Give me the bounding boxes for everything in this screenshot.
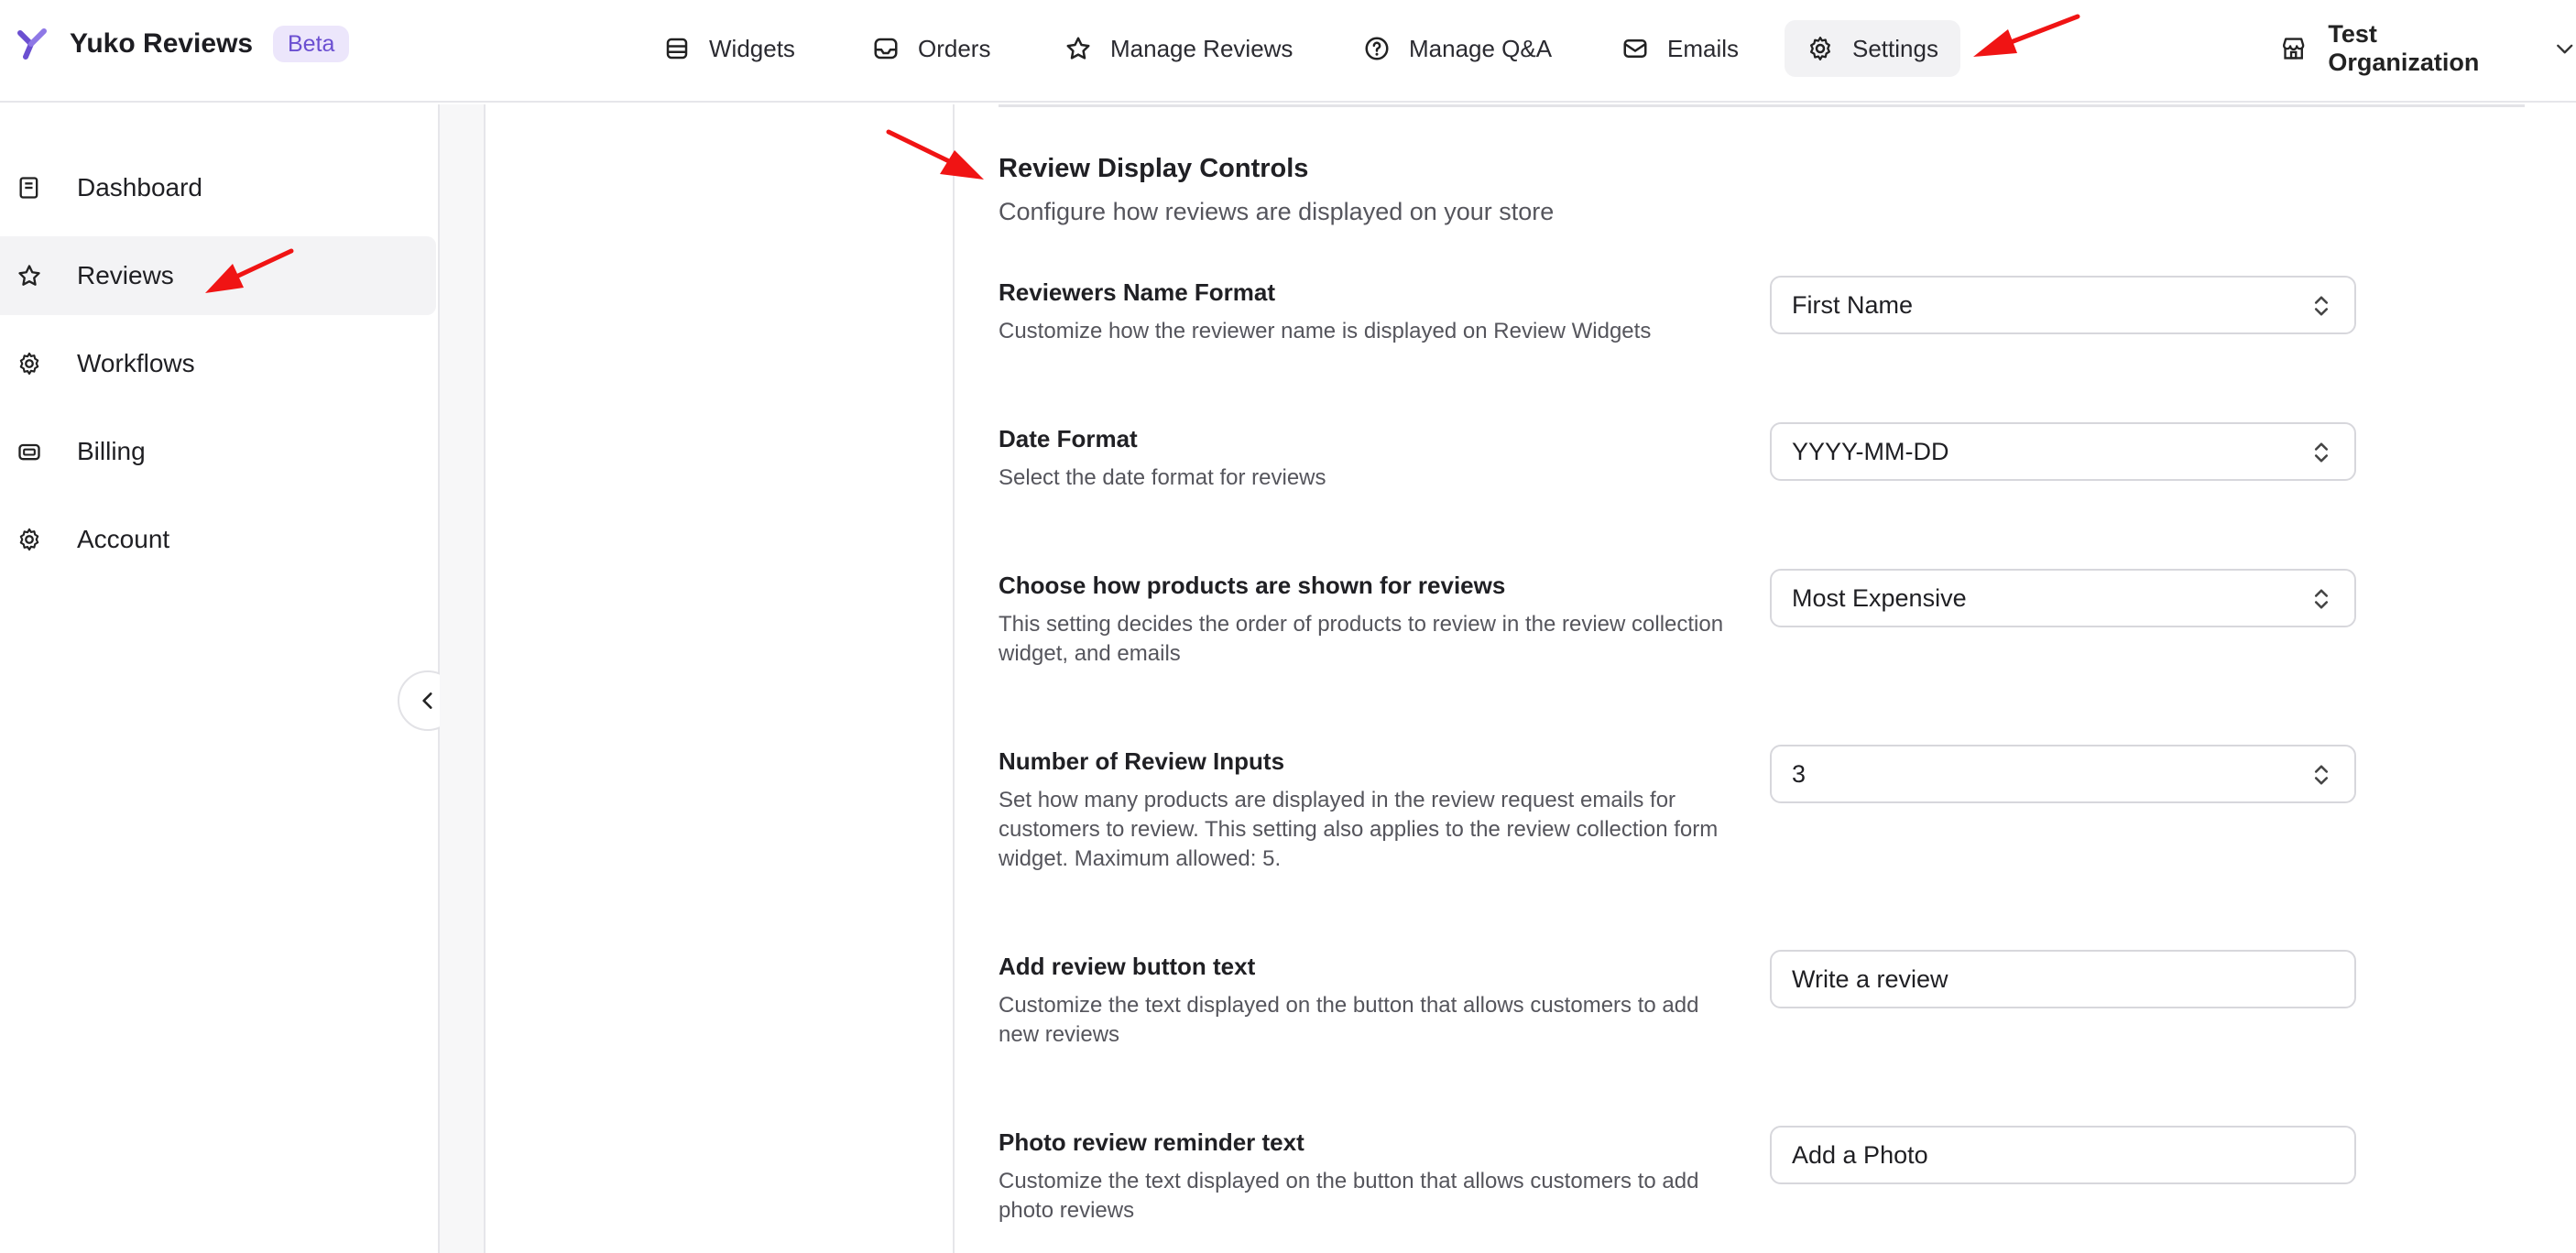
- sidebar-item-account[interactable]: Account: [0, 500, 436, 579]
- name-format-select[interactable]: First Name: [1770, 276, 2356, 334]
- date-format-select[interactable]: YYYY-MM-DD: [1770, 422, 2356, 481]
- add-review-button-text-input[interactable]: Write a review: [1770, 950, 2356, 1008]
- select-updown-icon: [2314, 296, 2329, 316]
- section-subtitle: Configure how reviews are displayed on y…: [999, 198, 1555, 225]
- nav-widgets[interactable]: Widgets: [663, 20, 795, 77]
- organization-switcher[interactable]: Test Organization: [2279, 20, 2576, 77]
- section-title: Review Display Controls: [999, 154, 1309, 183]
- annotation-arrow-section: [886, 129, 984, 180]
- name-format-value: First Name: [1792, 290, 1914, 319]
- product-order-value: Most Expensive: [1792, 583, 1967, 612]
- nav-widgets-label: Widgets: [709, 34, 795, 62]
- photo-reminder-title: Photo review reminder text: [999, 1128, 1304, 1156]
- add-review-button-text-value: Write a review: [1792, 964, 1948, 993]
- sidebar-item-billing[interactable]: Billing: [0, 412, 436, 491]
- nav-manage-qa-label: Manage Q&A: [1409, 34, 1553, 62]
- nav-manage-reviews-label: Manage Reviews: [1110, 34, 1293, 62]
- annotation-arrow-settings: [1973, 14, 2080, 57]
- photo-reminder-description: Customize the text displayed on the butt…: [999, 1169, 1699, 1223]
- select-updown-icon: [2314, 765, 2329, 785]
- select-updown-icon: [2314, 442, 2329, 463]
- sidebar-item-label: Billing: [77, 437, 146, 465]
- beta-badge: Beta: [273, 26, 350, 62]
- product-order-title: Choose how products are shown for review…: [999, 572, 1506, 599]
- date-format-value: YYYY-MM-DD: [1792, 437, 1949, 465]
- add-review-button-text-title: Add review button text: [999, 953, 1256, 980]
- nav-orders-label: Orders: [918, 34, 991, 62]
- gear-icon: [19, 352, 39, 376]
- nav-settings[interactable]: Settings: [1785, 20, 1960, 77]
- book-icon: [19, 177, 38, 199]
- card-icon: [18, 443, 40, 461]
- sidebar-item-label: Dashboard: [77, 173, 202, 202]
- name-format-description: Customize how the reviewer name is displ…: [999, 319, 1652, 343]
- review-inputs-value: 3: [1792, 759, 1806, 788]
- top-navigation-bar: Yuko Reviews Beta Widgets Orders Manage …: [0, 0, 2576, 103]
- review-inputs-select[interactable]: 3: [1770, 745, 2356, 803]
- nav-manage-qa[interactable]: Manage Q&A: [1363, 20, 1552, 77]
- gear-icon: [1810, 37, 1830, 60]
- sidebar-item-label: Workflows: [77, 349, 195, 377]
- photo-reminder-value: Add a Photo: [1792, 1140, 1928, 1169]
- gear-icon: [19, 528, 39, 551]
- main-gutter: [440, 104, 486, 1253]
- star-icon: [18, 265, 40, 286]
- photo-reminder-input[interactable]: Add a Photo: [1770, 1126, 2356, 1184]
- nav-settings-label: Settings: [1852, 34, 1938, 62]
- sidebar-item-workflows[interactable]: Workflows: [0, 324, 436, 403]
- divider: [999, 104, 2525, 107]
- chevron-down-icon: [2556, 44, 2572, 54]
- select-updown-icon: [2314, 589, 2329, 609]
- app-name: Yuko Reviews: [70, 28, 254, 59]
- add-review-button-text-description: Customize the text displayed on the butt…: [999, 993, 1699, 1047]
- star-icon: [1066, 37, 1090, 60]
- review-inputs-title: Number of Review Inputs: [999, 747, 1285, 775]
- nav-orders[interactable]: Orders: [872, 20, 990, 77]
- nav-emails[interactable]: Emails: [1621, 20, 1739, 77]
- sidebar-item-dashboard[interactable]: Dashboard: [0, 148, 436, 227]
- organization-name: Test Organization: [2328, 20, 2480, 76]
- sidebar-item-label: Account: [77, 525, 170, 553]
- inbox-icon: [874, 38, 898, 60]
- date-format-description: Select the date format for reviews: [999, 465, 1326, 490]
- review-inputs-description: Set how many products are displayed in t…: [999, 788, 1719, 871]
- mail-icon: [1623, 39, 1647, 58]
- store-icon: [2283, 38, 2305, 60]
- product-order-description: This setting decides the order of produc…: [999, 612, 1724, 666]
- question-circle-icon: [1365, 37, 1389, 60]
- name-format-title: Reviewers Name Format: [999, 278, 1276, 306]
- chevron-left-icon: [422, 692, 432, 709]
- nav-manage-reviews[interactable]: Manage Reviews: [1064, 20, 1293, 77]
- product-order-select[interactable]: Most Expensive: [1770, 569, 2356, 627]
- annotation-arrow-reviews: [205, 248, 294, 293]
- date-format-title: Date Format: [999, 425, 1138, 452]
- widgets-icon: [666, 38, 688, 60]
- sidebar-item-label: Reviews: [77, 261, 174, 289]
- yuko-logo-icon: [17, 28, 47, 60]
- nav-emails-label: Emails: [1667, 34, 1740, 62]
